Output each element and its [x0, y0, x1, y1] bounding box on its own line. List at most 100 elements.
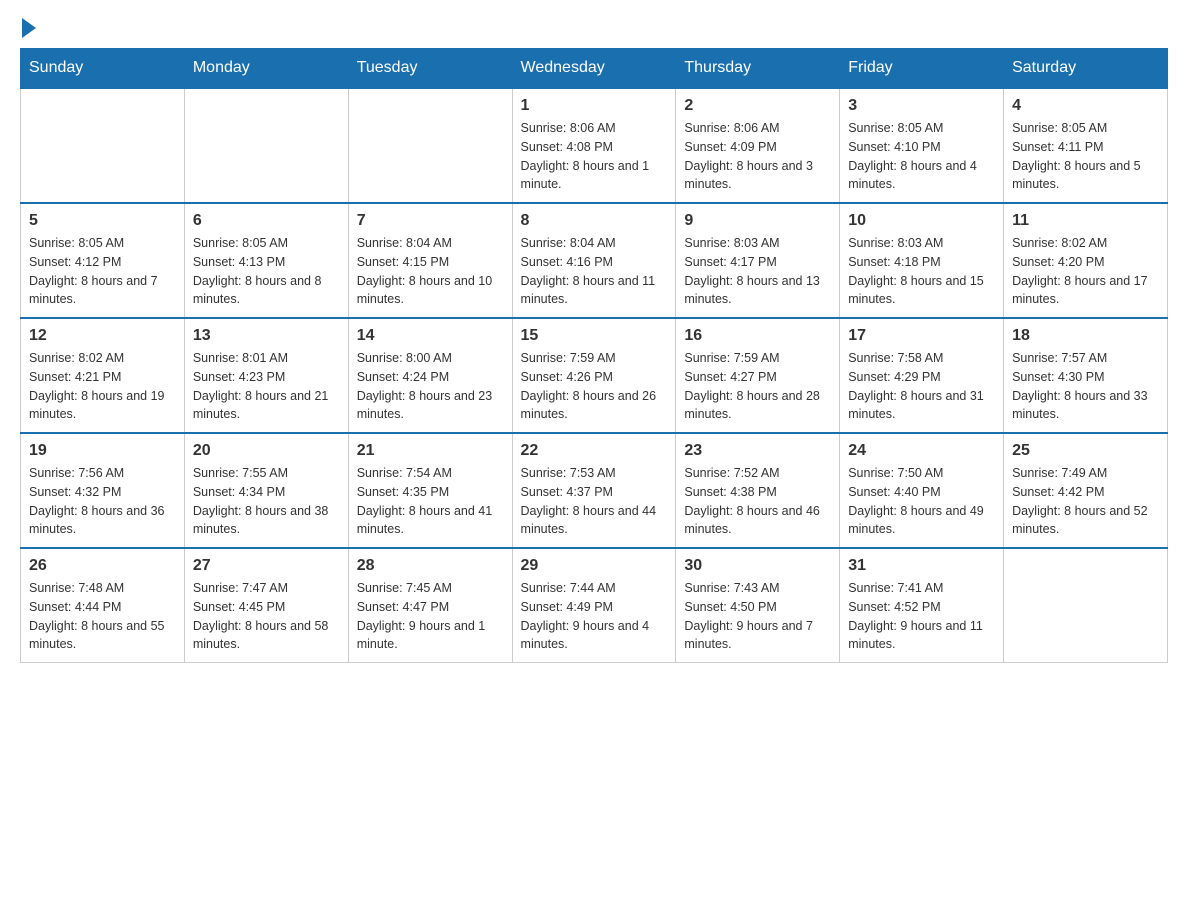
day-number: 6: [193, 212, 340, 230]
calendar-cell: 19 Sunrise: 7:56 AM Sunset: 4:32 PM Dayli…: [21, 433, 185, 548]
day-number: 2: [684, 97, 831, 115]
day-info: Sunrise: 8:04 AM Sunset: 4:16 PM Dayligh…: [521, 234, 668, 309]
calendar-cell: 15 Sunrise: 7:59 AM Sunset: 4:26 PM Dayli…: [512, 318, 676, 433]
day-number: 9: [684, 212, 831, 230]
day-number: 11: [1012, 212, 1159, 230]
day-info: Sunrise: 7:45 AM Sunset: 4:47 PM Dayligh…: [357, 579, 504, 654]
day-info: Sunrise: 7:53 AM Sunset: 4:37 PM Dayligh…: [521, 464, 668, 539]
calendar-header-wednesday: Wednesday: [512, 49, 676, 89]
day-info: Sunrise: 8:05 AM Sunset: 4:12 PM Dayligh…: [29, 234, 176, 309]
day-info: Sunrise: 7:41 AM Sunset: 4:52 PM Dayligh…: [848, 579, 995, 654]
calendar-cell: 12 Sunrise: 8:02 AM Sunset: 4:21 PM Dayli…: [21, 318, 185, 433]
calendar-cell: 17 Sunrise: 7:58 AM Sunset: 4:29 PM Dayli…: [840, 318, 1004, 433]
day-info: Sunrise: 7:43 AM Sunset: 4:50 PM Dayligh…: [684, 579, 831, 654]
logo-arrow-icon: [22, 18, 36, 38]
day-info: Sunrise: 8:00 AM Sunset: 4:24 PM Dayligh…: [357, 349, 504, 424]
day-number: 21: [357, 442, 504, 460]
day-info: Sunrise: 7:55 AM Sunset: 4:34 PM Dayligh…: [193, 464, 340, 539]
calendar-cell: 20 Sunrise: 7:55 AM Sunset: 4:34 PM Dayli…: [184, 433, 348, 548]
calendar-header-sunday: Sunday: [21, 49, 185, 89]
day-number: 12: [29, 327, 176, 345]
day-number: 26: [29, 557, 176, 575]
calendar-week-3: 12 Sunrise: 8:02 AM Sunset: 4:21 PM Dayli…: [21, 318, 1168, 433]
calendar-cell: 25 Sunrise: 7:49 AM Sunset: 4:42 PM Dayli…: [1004, 433, 1168, 548]
calendar-cell: 6 Sunrise: 8:05 AM Sunset: 4:13 PM Daylig…: [184, 203, 348, 318]
calendar-cell: 3Sunrise: 8:05 AM Sunset: 4:10 PM Daylig…: [840, 88, 1004, 203]
day-info: Sunrise: 8:06 AM Sunset: 4:09 PM Dayligh…: [684, 119, 831, 194]
day-number: 4: [1012, 97, 1159, 115]
day-info: Sunrise: 7:52 AM Sunset: 4:38 PM Dayligh…: [684, 464, 831, 539]
calendar-cell: 23 Sunrise: 7:52 AM Sunset: 4:38 PM Dayli…: [676, 433, 840, 548]
day-number: 29: [521, 557, 668, 575]
day-number: 23: [684, 442, 831, 460]
calendar-cell: [1004, 548, 1168, 663]
calendar-header-monday: Monday: [184, 49, 348, 89]
day-number: 20: [193, 442, 340, 460]
calendar-week-2: 5 Sunrise: 8:05 AM Sunset: 4:12 PM Daylig…: [21, 203, 1168, 318]
day-number: 15: [521, 327, 668, 345]
calendar-week-4: 19 Sunrise: 7:56 AM Sunset: 4:32 PM Dayli…: [21, 433, 1168, 548]
day-number: 30: [684, 557, 831, 575]
calendar-cell: 4 Sunrise: 8:05 AM Sunset: 4:11 PM Daylig…: [1004, 88, 1168, 203]
day-number: 18: [1012, 327, 1159, 345]
calendar-week-5: 26 Sunrise: 7:48 AM Sunset: 4:44 PM Dayli…: [21, 548, 1168, 663]
day-info: Sunrise: 7:57 AM Sunset: 4:30 PM Dayligh…: [1012, 349, 1159, 424]
calendar-header-tuesday: Tuesday: [348, 49, 512, 89]
day-number: 27: [193, 557, 340, 575]
day-info: Sunrise: 7:58 AM Sunset: 4:29 PM Dayligh…: [848, 349, 995, 424]
calendar-header-row: SundayMondayTuesdayWednesdayThursdayFrid…: [21, 49, 1168, 89]
day-number: 13: [193, 327, 340, 345]
calendar-cell: 28Sunrise: 7:45 AM Sunset: 4:47 PM Dayli…: [348, 548, 512, 663]
calendar-table: SundayMondayTuesdayWednesdayThursdayFrid…: [20, 48, 1168, 663]
day-number: 1: [521, 97, 668, 115]
calendar-cell: [184, 88, 348, 203]
day-info: Sunrise: 8:02 AM Sunset: 4:20 PM Dayligh…: [1012, 234, 1159, 309]
day-number: 7: [357, 212, 504, 230]
day-info: Sunrise: 7:48 AM Sunset: 4:44 PM Dayligh…: [29, 579, 176, 654]
day-info: Sunrise: 8:03 AM Sunset: 4:18 PM Dayligh…: [848, 234, 995, 309]
calendar-cell: 11 Sunrise: 8:02 AM Sunset: 4:20 PM Dayli…: [1004, 203, 1168, 318]
day-info: Sunrise: 8:02 AM Sunset: 4:21 PM Dayligh…: [29, 349, 176, 424]
day-info: Sunrise: 8:04 AM Sunset: 4:15 PM Dayligh…: [357, 234, 504, 309]
day-info: Sunrise: 8:03 AM Sunset: 4:17 PM Dayligh…: [684, 234, 831, 309]
calendar-cell: 16Sunrise: 7:59 AM Sunset: 4:27 PM Dayli…: [676, 318, 840, 433]
calendar-cell: 21 Sunrise: 7:54 AM Sunset: 4:35 PM Dayli…: [348, 433, 512, 548]
calendar-cell: 1 Sunrise: 8:06 AM Sunset: 4:08 PM Daylig…: [512, 88, 676, 203]
day-info: Sunrise: 7:56 AM Sunset: 4:32 PM Dayligh…: [29, 464, 176, 539]
day-info: Sunrise: 8:01 AM Sunset: 4:23 PM Dayligh…: [193, 349, 340, 424]
calendar-cell: 27Sunrise: 7:47 AM Sunset: 4:45 PM Dayli…: [184, 548, 348, 663]
day-number: 10: [848, 212, 995, 230]
day-number: 14: [357, 327, 504, 345]
calendar-cell: 14 Sunrise: 8:00 AM Sunset: 4:24 PM Dayli…: [348, 318, 512, 433]
calendar-header-saturday: Saturday: [1004, 49, 1168, 89]
calendar-cell: 30 Sunrise: 7:43 AM Sunset: 4:50 PM Dayli…: [676, 548, 840, 663]
logo: [20, 20, 36, 38]
calendar-cell: 18 Sunrise: 7:57 AM Sunset: 4:30 PM Dayli…: [1004, 318, 1168, 433]
calendar-cell: 22 Sunrise: 7:53 AM Sunset: 4:37 PM Dayli…: [512, 433, 676, 548]
calendar-cell: 2 Sunrise: 8:06 AM Sunset: 4:09 PM Daylig…: [676, 88, 840, 203]
day-info: Sunrise: 7:49 AM Sunset: 4:42 PM Dayligh…: [1012, 464, 1159, 539]
page-header: [20, 20, 1168, 38]
calendar-cell: 8 Sunrise: 8:04 AM Sunset: 4:16 PM Daylig…: [512, 203, 676, 318]
day-info: Sunrise: 7:54 AM Sunset: 4:35 PM Dayligh…: [357, 464, 504, 539]
calendar-week-1: 1 Sunrise: 8:06 AM Sunset: 4:08 PM Daylig…: [21, 88, 1168, 203]
calendar-cell: 9 Sunrise: 8:03 AM Sunset: 4:17 PM Daylig…: [676, 203, 840, 318]
day-info: Sunrise: 8:06 AM Sunset: 4:08 PM Dayligh…: [521, 119, 668, 194]
calendar-cell: 13 Sunrise: 8:01 AM Sunset: 4:23 PM Dayli…: [184, 318, 348, 433]
day-number: 22: [521, 442, 668, 460]
day-info: Sunrise: 8:05 AM Sunset: 4:10 PM Dayligh…: [848, 119, 995, 194]
day-number: 19: [29, 442, 176, 460]
day-number: 5: [29, 212, 176, 230]
day-number: 31: [848, 557, 995, 575]
day-number: 25: [1012, 442, 1159, 460]
day-number: 16: [684, 327, 831, 345]
calendar-cell: 29Sunrise: 7:44 AM Sunset: 4:49 PM Dayli…: [512, 548, 676, 663]
day-info: Sunrise: 8:05 AM Sunset: 4:11 PM Dayligh…: [1012, 119, 1159, 194]
day-number: 8: [521, 212, 668, 230]
calendar-cell: 24Sunrise: 7:50 AM Sunset: 4:40 PM Dayli…: [840, 433, 1004, 548]
day-number: 17: [848, 327, 995, 345]
calendar-cell: 10 Sunrise: 8:03 AM Sunset: 4:18 PM Dayli…: [840, 203, 1004, 318]
day-info: Sunrise: 8:05 AM Sunset: 4:13 PM Dayligh…: [193, 234, 340, 309]
day-info: Sunrise: 7:59 AM Sunset: 4:26 PM Dayligh…: [521, 349, 668, 424]
calendar-header-thursday: Thursday: [676, 49, 840, 89]
